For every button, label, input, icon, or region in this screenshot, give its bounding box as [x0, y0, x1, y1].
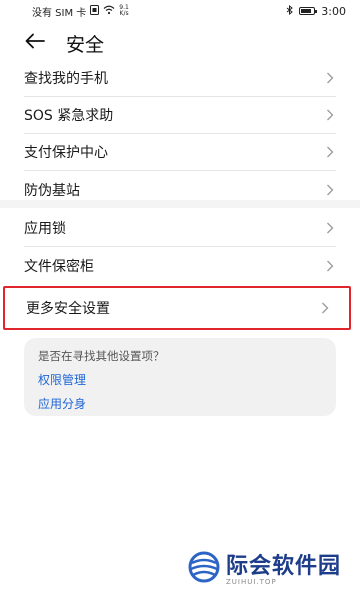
- list-item-label: 应用锁: [24, 221, 66, 237]
- list-item-label: SOS 紧急求助: [24, 108, 114, 124]
- suggestion-title: 是否在寻找其他设置项？: [38, 349, 165, 363]
- chevron-right-icon: [324, 222, 336, 234]
- chevron-right-icon: [324, 109, 336, 121]
- settings-group-2: 应用锁 文件保密柜: [24, 210, 336, 284]
- sim-icon: [90, 4, 100, 18]
- header: 安全: [0, 22, 360, 64]
- status-left: 没有 SIM 卡 9.1 K/s: [32, 4, 129, 19]
- bluetooth-icon: [286, 4, 294, 18]
- chevron-right-icon: [324, 184, 336, 196]
- settings-group-1: 查找我的手机 SOS 紧急求助 支付保护中心 防伪基站: [24, 60, 336, 208]
- list-item-more-security-settings[interactable]: 更多安全设置: [3, 286, 351, 330]
- list-item-label: 更多安全设置: [26, 301, 110, 317]
- wifi-icon: [103, 5, 115, 18]
- list-item-sos[interactable]: SOS 紧急求助: [24, 97, 336, 134]
- list-item-label: 支付保护中心: [24, 145, 108, 161]
- watermark-subtitle: ZUIHUI.TOP: [226, 578, 277, 586]
- speed-unit: K/s: [119, 10, 129, 17]
- battery-fill: [301, 9, 311, 13]
- list-item-find-phone[interactable]: 查找我的手机: [24, 60, 336, 97]
- watermark-text: 际会软件园 ZUIHUI.TOP: [226, 548, 341, 586]
- back-button[interactable]: [22, 30, 48, 56]
- watermark-logo-icon: [188, 551, 220, 583]
- chevron-right-icon: [319, 302, 331, 314]
- chevron-right-icon: [324, 146, 336, 158]
- battery-icon: [299, 7, 318, 15]
- section-divider: [0, 200, 360, 208]
- clock: 3:00: [321, 4, 346, 18]
- list-item-label: 文件保密柜: [24, 258, 94, 275]
- chevron-right-icon: [324, 72, 336, 84]
- carrier-label: 没有 SIM 卡: [32, 7, 87, 19]
- link-permission-management[interactable]: 权限管理: [38, 371, 322, 388]
- status-bar: 没有 SIM 卡 9.1 K/s 3:00: [0, 0, 360, 22]
- list-item-file-safe[interactable]: 文件保密柜: [24, 247, 336, 284]
- suggestion-card: 是否在寻找其他设置项？ 权限管理 应用分身: [24, 338, 336, 416]
- list-item-app-lock[interactable]: 应用锁: [24, 210, 336, 247]
- link-app-twin[interactable]: 应用分身: [38, 395, 322, 412]
- network-speed: 9.1 K/s: [119, 5, 129, 17]
- status-right: 3:00: [286, 4, 346, 18]
- chevron-right-icon: [324, 260, 336, 272]
- watermark: 际会软件园 ZUIHUI.TOP: [188, 548, 341, 586]
- arrow-left-icon: [25, 33, 45, 53]
- page-title: 安全: [66, 33, 105, 56]
- list-item-label: 防伪基站: [24, 182, 80, 199]
- list-item-label: 查找我的手机: [24, 71, 108, 87]
- watermark-name: 际会软件园: [226, 554, 342, 579]
- list-item-payment-protection[interactable]: 支付保护中心: [24, 134, 336, 171]
